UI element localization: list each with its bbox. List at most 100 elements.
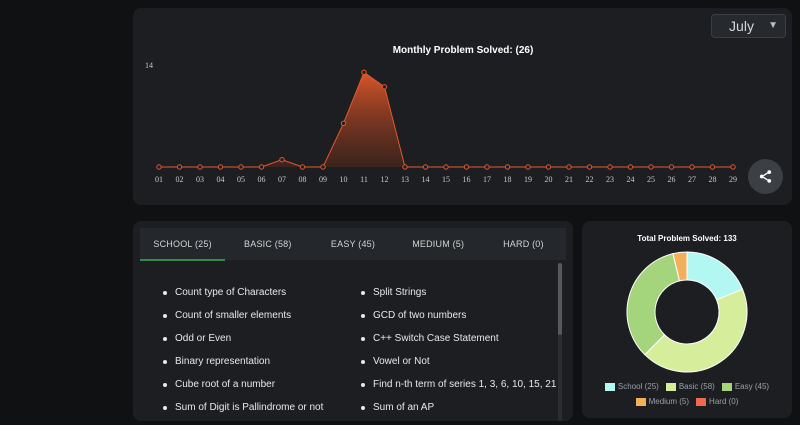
x-tick-label: 11: [360, 175, 368, 184]
problem-item[interactable]: Count of smaller elements: [163, 310, 323, 333]
problem-item[interactable]: Vowel or Not: [361, 356, 556, 379]
chart-area-fill: [159, 72, 733, 167]
chart-point[interactable]: [258, 164, 265, 170]
chart-point[interactable]: [320, 164, 326, 170]
chart-point[interactable]: [279, 157, 285, 163]
legend-label: Hard (0): [709, 397, 739, 406]
chart-point[interactable]: [217, 164, 224, 170]
tab-school[interactable]: SCHOOL (25): [140, 228, 226, 261]
donut-legend-row-2: Medium (5) Hard (0): [582, 397, 792, 406]
chart-point[interactable]: [504, 164, 511, 170]
chart-point[interactable]: [156, 164, 162, 170]
x-tick-label: 04: [217, 175, 225, 184]
legend-label: Basic (58): [678, 382, 715, 391]
tab-basic[interactable]: BASIC (58): [225, 228, 310, 260]
problem-item[interactable]: GCD of two numbers: [361, 310, 556, 333]
problem-item[interactable]: Sum of an AP: [361, 402, 556, 421]
chart-point[interactable]: [176, 164, 183, 170]
problems-panel: SCHOOL (25) BASIC (58) EASY (45) MEDIUM …: [133, 221, 573, 421]
x-tick-label: 07: [278, 175, 286, 184]
chart-point[interactable]: [402, 164, 408, 170]
chart-series-line: [159, 71, 733, 168]
problem-list-right: Split Strings GCD of two numbers C++ Swi…: [361, 287, 556, 421]
problem-list-left: Count type of Characters Count of smalle…: [163, 287, 323, 421]
chart-point[interactable]: [668, 164, 675, 170]
x-tick-label: 24: [627, 175, 635, 184]
legend-swatch: [665, 382, 676, 391]
legend-item-easy[interactable]: Easy (45): [721, 382, 770, 391]
chart-point[interactable]: [689, 164, 695, 170]
donut-chart: [626, 251, 748, 373]
chart-point[interactable]: [709, 164, 716, 170]
x-tick-label: 27: [688, 175, 696, 184]
legend-label: Easy (45): [734, 382, 770, 391]
chart-point[interactable]: [238, 164, 244, 170]
tab-hard[interactable]: HARD (0): [481, 228, 566, 260]
problem-item[interactable]: Split Strings: [361, 287, 556, 310]
chart-point[interactable]: [484, 164, 490, 170]
x-tick-label: 05: [237, 175, 245, 184]
chart-point[interactable]: [648, 164, 654, 170]
chart-point[interactable]: [730, 164, 736, 170]
x-tick-label: 26: [668, 175, 676, 184]
legend-swatch: [721, 382, 732, 391]
x-tick-label: 29: [729, 175, 737, 184]
chart-point[interactable]: [607, 164, 613, 170]
tab-easy[interactable]: EASY (45): [310, 228, 395, 260]
chart-point[interactable]: [545, 164, 552, 170]
legend-item-hard[interactable]: Hard (0): [696, 397, 738, 406]
monthly-chart-panel: July ▼ Monthly Problem Solved: (26) 14 0…: [133, 8, 792, 205]
problem-item[interactable]: Count type of Characters: [163, 287, 323, 310]
x-tick-label: 16: [463, 175, 471, 184]
problem-item[interactable]: Sum of Digit is Pallindrome or not: [163, 402, 323, 421]
chart-point[interactable]: [463, 164, 470, 170]
x-tick-label: 22: [586, 175, 594, 184]
share-button[interactable]: [748, 159, 783, 194]
chart-point[interactable]: [340, 120, 347, 126]
x-tick-label: 18: [504, 175, 512, 184]
chart-point[interactable]: [422, 164, 429, 170]
legend-item-medium[interactable]: Medium (5): [635, 397, 690, 406]
x-tick-label: 17: [483, 175, 491, 184]
x-tick-label: 03: [196, 175, 204, 184]
y-tick-label: 14: [145, 61, 153, 70]
x-tick-label: 21: [565, 175, 573, 184]
monthly-chart: Monthly Problem Solved: (26) 14 01 02 03 04…: [145, 45, 737, 184]
tab-medium[interactable]: MEDIUM (5): [396, 228, 481, 260]
problem-item[interactable]: Odd or Even: [163, 333, 323, 356]
legend-item-basic[interactable]: Basic (58): [665, 382, 715, 391]
chart-point[interactable]: [586, 164, 593, 170]
x-tick-label: 13: [401, 175, 409, 184]
problem-item[interactable]: C++ Switch Case Statement: [361, 333, 556, 356]
donut-slice[interactable]: [626, 253, 681, 356]
x-tick-label: 25: [647, 175, 655, 184]
difficulty-tabs: SCHOOL (25) BASIC (58) EASY (45) MEDIUM …: [140, 228, 566, 261]
legend-swatch: [604, 382, 615, 391]
x-tick-label: 02: [176, 175, 184, 184]
x-tick-label: 14: [422, 175, 430, 184]
chart-point[interactable]: [361, 69, 367, 75]
x-tick-label: 10: [340, 175, 348, 184]
chart-point[interactable]: [381, 84, 388, 90]
legend-item-school[interactable]: School (25): [604, 382, 659, 391]
share-icon: [759, 170, 772, 183]
problem-list: Count type of Characters Count of smalle…: [140, 263, 566, 421]
x-tick-label: 09: [319, 175, 327, 184]
chart-point[interactable]: [443, 164, 449, 170]
problem-item[interactable]: Binary representation: [163, 356, 323, 379]
problem-item[interactable]: Find n-th term of series 1, 3, 6, 10, 15…: [361, 379, 556, 402]
problem-item[interactable]: Cube root of a number: [163, 379, 323, 402]
legend-label: Medium (5): [648, 397, 690, 406]
total-problems-panel: Total Problem Solved: 133 School (25) Ba…: [582, 221, 792, 418]
scrollbar-thumb[interactable]: [558, 263, 562, 335]
chart-point[interactable]: [627, 164, 634, 170]
chart-point[interactable]: [566, 164, 572, 170]
chart-point[interactable]: [525, 164, 531, 170]
chart-point[interactable]: [299, 164, 306, 170]
legend-swatch: [635, 397, 646, 406]
x-tick-label: 06: [258, 175, 266, 184]
x-tick-label: 08: [299, 175, 307, 184]
legend-label: School (25): [617, 382, 659, 391]
x-tick-label: 15: [442, 175, 450, 184]
chart-point[interactable]: [197, 164, 203, 170]
